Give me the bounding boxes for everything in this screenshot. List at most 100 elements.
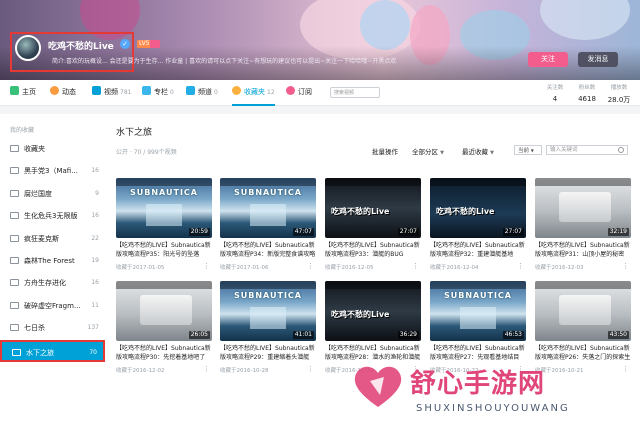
folder-icon: [10, 189, 19, 197]
video-card[interactable]: SUBNAUTICA 20:59 【吃鸡不愁的LIVE】Subnautica新版攻略…: [116, 178, 212, 278]
sidebar-item-label: 腐烂国度: [24, 189, 52, 198]
zone-dropdown[interactable]: 全部分区 ▼: [412, 146, 444, 156]
video-duration: 20:59: [188, 228, 210, 236]
more-options-icon[interactable]: ⋮: [412, 262, 419, 270]
tab-home[interactable]: 主页: [10, 80, 36, 106]
video-thumbnail[interactable]: 43:50: [535, 281, 631, 341]
sidebar-item-label: 森林The Forest: [24, 257, 75, 265]
more-options-icon[interactable]: ⋮: [203, 262, 210, 270]
keyword-input[interactable]: 输入关键词: [546, 145, 628, 155]
tab-label: 视频: [104, 88, 118, 96]
sidebar-item-label: 黑手党3（Mafi...: [24, 167, 78, 176]
stat-fans[interactable]: 粉丝数 4618: [570, 83, 604, 103]
sidebar-item-count: 137: [87, 324, 99, 332]
video-fav-date: 收藏于2017-01-05: [116, 265, 165, 271]
video-title[interactable]: 【吃鸡不愁的LIVE】Subnautica新版攻略流程P34：新版完整食谱攻略: [220, 241, 316, 259]
scope-select[interactable]: 当前 ▼: [514, 145, 542, 155]
sidebar-item[interactable]: 生化危兵3无限版 16: [0, 205, 105, 227]
video-card[interactable]: SUBNAUTICA 47:07 【吃鸡不愁的LIVE】Subnautica新版攻略…: [220, 178, 316, 278]
watermark-text: 舒心手游网: [410, 369, 546, 399]
video-thumbnail[interactable]: SUBNAUTICA 41:01: [220, 281, 316, 341]
video-title[interactable]: 【吃鸡不愁的LIVE】Subnautica新版攻略流程P32：重建潜艇基地: [430, 241, 526, 259]
video-thumbnail[interactable]: SUBNAUTICA 46:53: [430, 281, 526, 341]
video-title[interactable]: 【吃鸡不愁的LIVE】Subnautica新版攻略流程P29：重建缩着头潜艇: [220, 344, 316, 362]
stat-value: 4618: [578, 95, 596, 103]
sort-dropdown[interactable]: 最近收藏 ▼: [462, 146, 494, 156]
tab-subscriptions[interactable]: 订阅: [286, 80, 312, 106]
tab-favorites[interactable]: 收藏夹 12: [232, 80, 275, 106]
tab-label: 订阅: [298, 88, 312, 96]
stat-label: 播放数: [610, 85, 628, 91]
video-thumbnail[interactable]: SUBNAUTICA 47:07: [220, 178, 316, 238]
message-button[interactable]: 发消息: [578, 52, 618, 67]
stat-value: 28.0万: [607, 96, 631, 104]
video-thumbnail[interactable]: SUBNAUTICA 20:59: [116, 178, 212, 238]
tab-dynamic[interactable]: 动态: [50, 80, 76, 106]
folder-icon: [10, 257, 19, 264]
sidebar-item-count: 9: [95, 189, 99, 197]
video-search-input[interactable]: 搜索视频: [330, 87, 380, 98]
video-duration: 27:07: [502, 228, 524, 236]
search-icon: [618, 147, 624, 153]
folder-icon: [10, 212, 19, 220]
stat-label: 粉丝数: [578, 85, 596, 91]
video-thumbnail[interactable]: 26:05: [116, 281, 212, 341]
video-card[interactable]: 32:19 【吃鸡不愁的LIVE】Subnautica新版攻略流程P31：山顶小屋…: [535, 178, 631, 278]
video-card[interactable]: 26:05 【吃鸡不愁的LIVE】Subnautica新版攻略流程P30：先挖着基…: [116, 281, 212, 381]
video-title[interactable]: 【吃鸡不愁的LIVE】Subnautica新版攻略流程P33：潜艇的BUG: [325, 241, 421, 259]
more-options-icon[interactable]: ⋮: [622, 262, 629, 270]
more-options-icon[interactable]: ⋮: [307, 262, 314, 270]
sidebar-item[interactable]: 破碎虚空Fragm... 11: [0, 295, 105, 317]
video-thumbnail[interactable]: 吃鸡不愁的Live 36:29: [325, 281, 421, 341]
sidebar-item[interactable]: 森林The Forest 19: [0, 250, 105, 272]
follow-button[interactable]: 关注: [528, 52, 568, 67]
sidebar-item-label: 方舟生存进化: [24, 279, 66, 288]
sidebar-item-count: 70: [89, 348, 97, 356]
sidebar-item[interactable]: 方舟生存进化 16: [0, 272, 105, 294]
star-icon: [232, 86, 241, 95]
sidebar-item[interactable]: 收藏夹: [0, 138, 105, 160]
sidebar-item[interactable]: 腐烂国度 9: [0, 183, 105, 205]
tab-channels[interactable]: 频道 0: [186, 80, 218, 106]
video-duration: 41:01: [292, 331, 314, 339]
video-title[interactable]: 【吃鸡不愁的LIVE】Subnautica新版攻略流程P31：山顶小屋的秘密: [535, 241, 631, 259]
tab-label: 频道: [198, 88, 212, 96]
folder-subtitle: 公开 · 70 / 999个视频: [116, 149, 177, 156]
sidebar-item[interactable]: 七日杀 137: [0, 317, 105, 339]
tab-count: 781: [120, 89, 132, 96]
video-title[interactable]: 【吃鸡不愁的LIVE】Subnautica新版攻略流程P35：阳光号的坠落: [116, 241, 212, 259]
sidebar-item-count: 16: [91, 279, 99, 287]
sidebar-item[interactable]: 黑手党3（Mafi... 16: [0, 160, 105, 182]
sidebar-item[interactable]: 水下之旅 70: [0, 339, 105, 362]
stat-plays: 播放数 28.0万: [602, 83, 636, 105]
zone-label: 全部分区: [412, 148, 438, 156]
stat-label: 关注数: [546, 85, 564, 91]
video-title[interactable]: 【吃鸡不愁的LIVE】Subnautica新版攻略流程P30：先挖着基地吧了: [116, 344, 212, 362]
chevron-down-icon: ▼: [530, 148, 534, 153]
video-card[interactable]: 吃鸡不愁的Live 27:07 【吃鸡不愁的LIVE】Subnautica新版攻略流…: [430, 178, 526, 278]
video-duration: 43:50: [607, 331, 629, 339]
video-card[interactable]: 吃鸡不愁的Live 27:07 【吃鸡不愁的LIVE】Subnautica新版攻略流…: [325, 178, 421, 278]
video-fav-date: 收藏于2016-12-02: [116, 368, 165, 374]
video-icon: [92, 86, 101, 95]
video-thumbnail[interactable]: 32:19: [535, 178, 631, 238]
more-options-icon[interactable]: ⋮: [307, 365, 314, 373]
more-options-icon[interactable]: ⋮: [517, 262, 524, 270]
heart-logo-icon: [354, 366, 402, 407]
folder-icon: [10, 234, 19, 242]
batch-button[interactable]: 批量操作: [372, 146, 398, 156]
video-card[interactable]: SUBNAUTICA 41:01 【吃鸡不愁的LIVE】Subnautica新版攻略…: [220, 281, 316, 381]
video-duration: 46:53: [502, 331, 524, 339]
sidebar-item-label: 收藏夹: [24, 145, 45, 153]
video-thumbnail[interactable]: 吃鸡不愁的Live 27:07: [430, 178, 526, 238]
folder-icon: [10, 324, 19, 332]
more-options-icon[interactable]: ⋮: [203, 365, 210, 373]
stat-value: 4: [552, 95, 558, 103]
sidebar-item-label: 水下之旅: [26, 348, 54, 357]
sidebar-item[interactable]: 疯狂麦克斯 22: [0, 228, 105, 250]
tab-articles[interactable]: 专栏 0: [142, 80, 174, 106]
stat-following[interactable]: 关注数 4: [538, 83, 572, 103]
video-thumbnail[interactable]: 吃鸡不愁的Live 27:07: [325, 178, 421, 238]
member-badge-icon: [150, 40, 160, 48]
tab-videos[interactable]: 视频 781: [92, 80, 131, 106]
